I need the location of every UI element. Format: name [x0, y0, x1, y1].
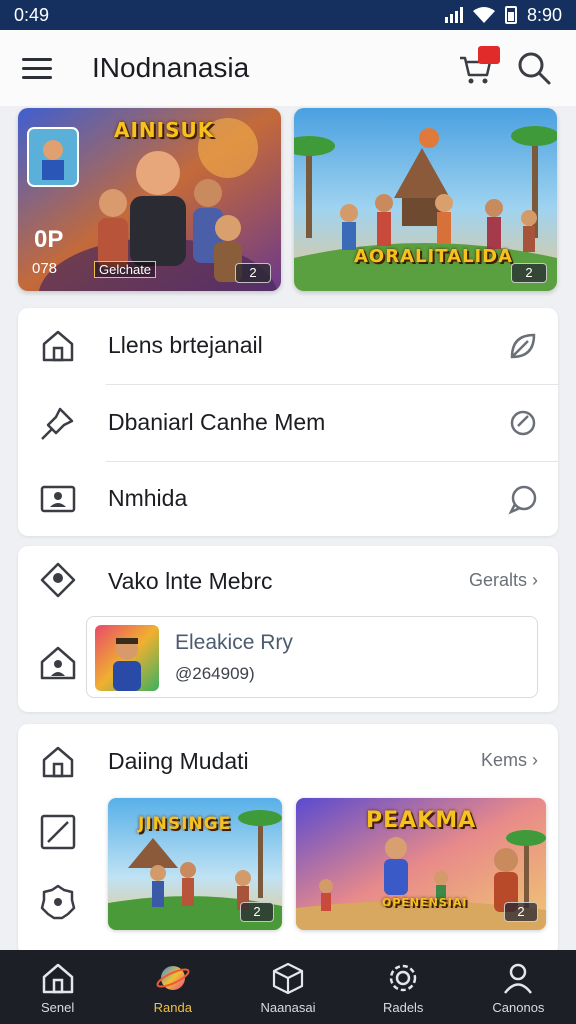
- banner-1-title: AINISUK: [114, 118, 215, 142]
- planet-icon: [156, 965, 190, 990]
- banner-2-title: AORALITALIDA: [354, 246, 514, 267]
- list-item-3[interactable]: Nmhida: [18, 462, 558, 536]
- status-clock: 8:90: [526, 4, 562, 25]
- nav-item-canonos[interactable]: Canonos: [461, 950, 576, 1024]
- game-thumb-2-title: PEAKMA: [366, 808, 477, 833]
- box-icon: [272, 962, 304, 994]
- home-icon: [42, 746, 74, 778]
- game-thumb-2-badge: 2: [504, 902, 538, 922]
- banner-1-caption: Gelchate: [94, 261, 157, 278]
- search-icon[interactable]: [514, 48, 554, 88]
- nav-item-randa[interactable]: Randa: [115, 950, 230, 1024]
- members-more-label: Geralts: [468, 570, 527, 590]
- status-time: 0:49: [14, 4, 50, 25]
- list-item-2-label: Dbaniarl Canhe Mem: [108, 409, 326, 435]
- games-more-link[interactable]: Kems ›: [481, 750, 538, 771]
- chat-icon: [508, 485, 537, 515]
- battery-icon: [504, 6, 517, 24]
- members-header[interactable]: Vako lnte Mebrc Geralts ›: [18, 546, 558, 616]
- games-title: Daiing Mudati: [108, 748, 249, 774]
- game-thumb-2-subtitle: OPENENSIAI: [382, 896, 468, 909]
- refresh-icon: [510, 410, 536, 436]
- nav-item-naanasai[interactable]: Naanasai: [230, 950, 345, 1024]
- games-header[interactable]: Daiing Mudati Kems ›: [18, 724, 558, 798]
- home-user-icon: [40, 646, 76, 680]
- profile-card[interactable]: Eleakice Rry @264909): [86, 616, 538, 698]
- status-icons: 8:90: [444, 4, 562, 26]
- gear-icon: [389, 964, 417, 991]
- games-more-label: Kems: [480, 750, 527, 770]
- hamburger-menu-icon[interactable]: [22, 50, 58, 86]
- pin-icon: [41, 407, 74, 440]
- location-icon: [40, 562, 76, 598]
- game-thumb-1-badge: 2: [240, 902, 274, 922]
- profile-handle: @264909): [175, 664, 255, 683]
- banner-1-count: 078: [32, 260, 58, 277]
- list-item-1[interactable]: Llens brtejanail: [18, 308, 558, 384]
- nav-label: Radels: [382, 999, 424, 1015]
- list-item-1-label: Llens brtejanail: [108, 332, 263, 358]
- nav-label: Canonos: [492, 999, 545, 1015]
- avatar: [95, 625, 159, 691]
- list-item-3-label: Nmhida: [108, 485, 188, 511]
- app-bar: INodnanasia: [0, 30, 576, 106]
- game-thumb-1-title: JINSINGE: [138, 814, 232, 834]
- home-icon: [42, 963, 73, 993]
- app-title: INodnanasia: [92, 52, 250, 83]
- status-bar: 0:49 8:90: [0, 0, 576, 30]
- cart-badge: [478, 46, 500, 64]
- game-thumb-2[interactable]: PEAKMA OPENENSIAI 2: [296, 798, 546, 930]
- banner-2-badge: 2: [511, 263, 547, 283]
- nav-item-radels[interactable]: Radels: [346, 950, 461, 1024]
- home-icon: [42, 330, 74, 362]
- edit-icon: [40, 814, 76, 850]
- list-item-2[interactable]: Dbaniarl Canhe Mem: [18, 385, 558, 461]
- leaf-icon: [510, 333, 536, 359]
- featured-banners: AINISUK 0P 078 Gelchate 2 AORALITALIDA 2: [18, 108, 558, 291]
- nav-label: Naanasai: [260, 999, 316, 1015]
- nav-item-home[interactable]: Senel: [0, 950, 115, 1024]
- menu-card: Llens brtejanail Dbaniarl Canhe Mem Nmhi…: [18, 308, 558, 536]
- members-title: Vako lnte Mebrc: [108, 568, 273, 594]
- members-more-link[interactable]: Geralts ›: [469, 570, 538, 591]
- wifi-icon: [472, 7, 495, 23]
- signal-icon: [444, 7, 463, 23]
- nav-label: Senel: [40, 999, 75, 1015]
- badge-icon: [40, 884, 76, 920]
- person-icon: [504, 963, 533, 994]
- id-card-icon: [40, 485, 76, 513]
- featured-banner-2[interactable]: AORALITALIDA 2: [294, 108, 557, 291]
- banner-1-score: 0P: [34, 226, 64, 253]
- featured-banner-1[interactable]: AINISUK 0P 078 Gelchate 2: [18, 108, 281, 291]
- banner-1-badge: 2: [235, 263, 271, 283]
- cart-button[interactable]: [456, 46, 500, 88]
- profile-name: Eleakice Rry: [175, 631, 293, 654]
- game-thumb-1[interactable]: JINSINGE 2: [108, 798, 282, 930]
- bottom-navigation: Senel Randa Naanasai Radels Canonos: [0, 950, 576, 1024]
- nav-label: Randa: [153, 999, 192, 1015]
